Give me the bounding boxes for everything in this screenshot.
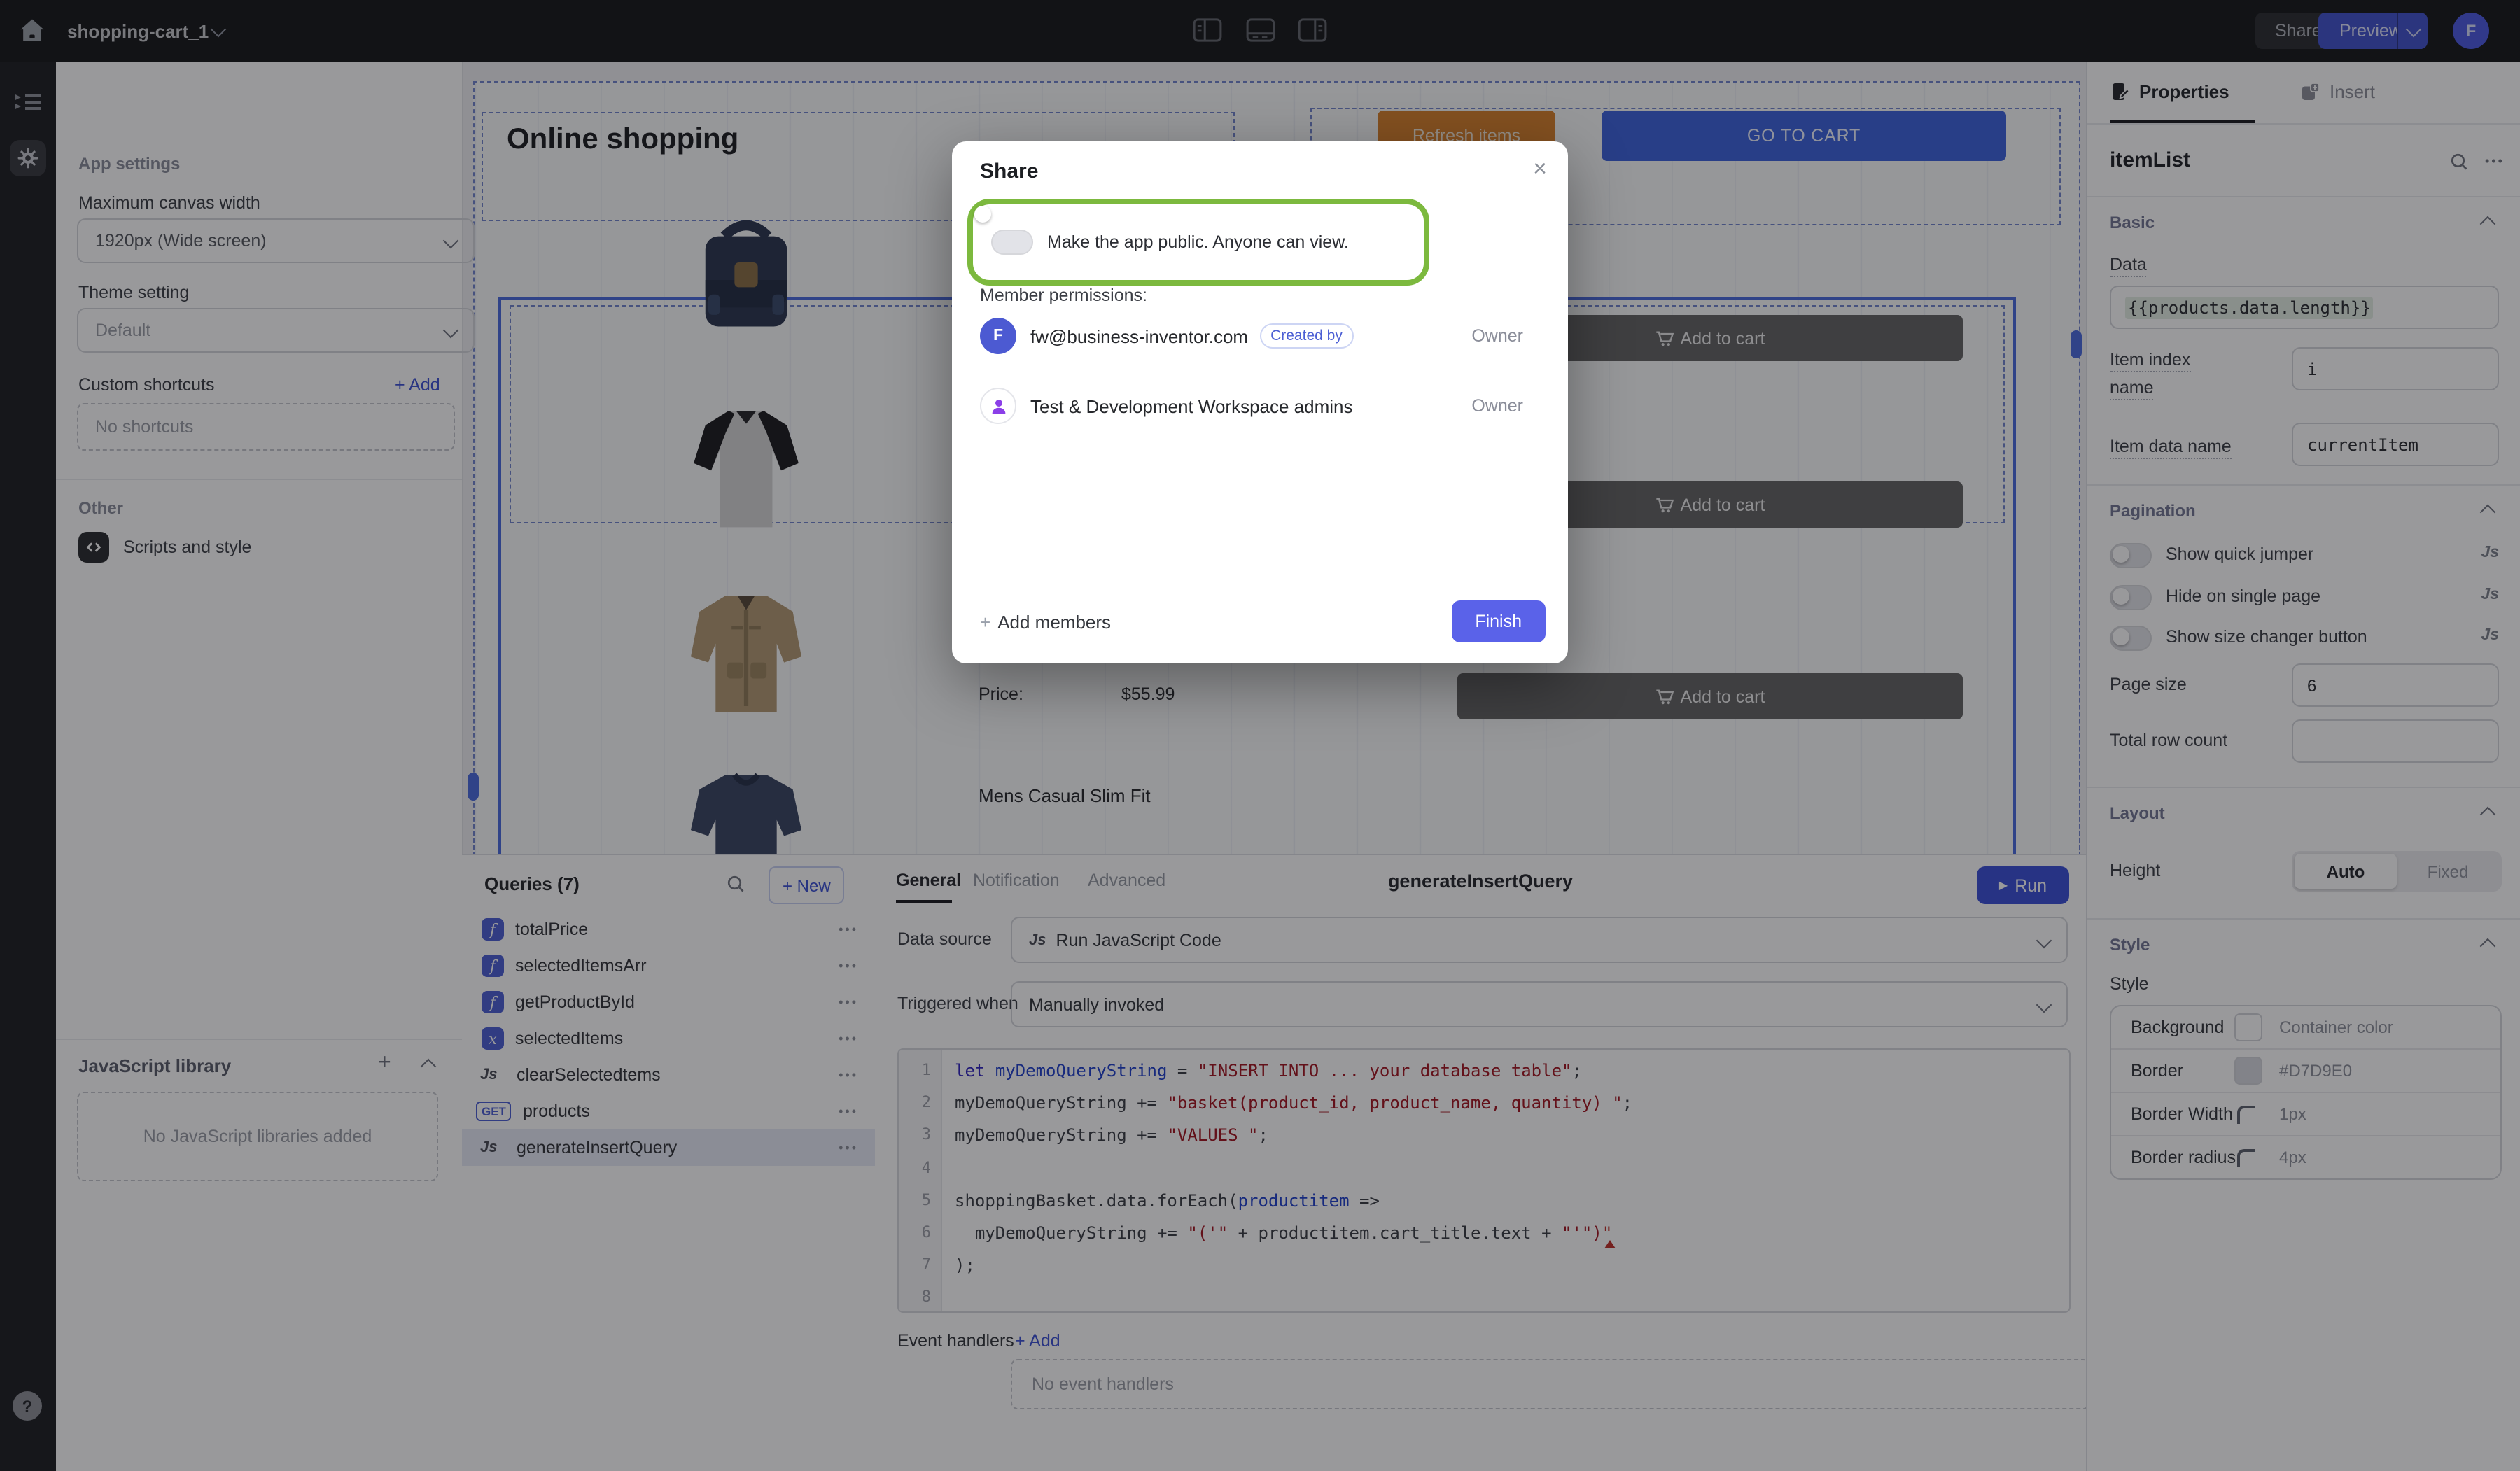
member-name: fw@business-inventor.com [1030,325,1248,346]
public-toggle-highlight: Make the app public. Anyone can view. [967,199,1429,286]
member-name: Test & Development Workspace admins [1030,395,1353,416]
member-role[interactable]: Owner [1471,396,1523,416]
member-role[interactable]: Owner [1471,326,1523,346]
public-toggle-label: Make the app public. Anyone can view. [1047,232,1349,252]
member-avatar: F [980,318,1016,354]
add-members-label: Add members [997,612,1111,633]
add-members-button[interactable]: + Add members [980,612,1111,633]
share-modal: Share × Make the app public. Anyone can … [952,141,1568,663]
close-icon[interactable]: × [1533,155,1547,183]
group-avatar-icon [980,388,1016,424]
share-modal-title: Share [980,160,1038,183]
created-by-badge: Created by [1259,323,1354,349]
finish-button[interactable]: Finish [1451,600,1546,642]
member-row: Test & Development Workspace admins Owner [980,371,1546,441]
member-row: Ffw@business-inventor.com Created by Owner [980,301,1546,371]
plus-icon: + [980,612,990,633]
public-toggle[interactable] [991,230,1033,255]
app-window: shopping-cart_1 Share Preview F ? App se… [0,0,2520,1471]
